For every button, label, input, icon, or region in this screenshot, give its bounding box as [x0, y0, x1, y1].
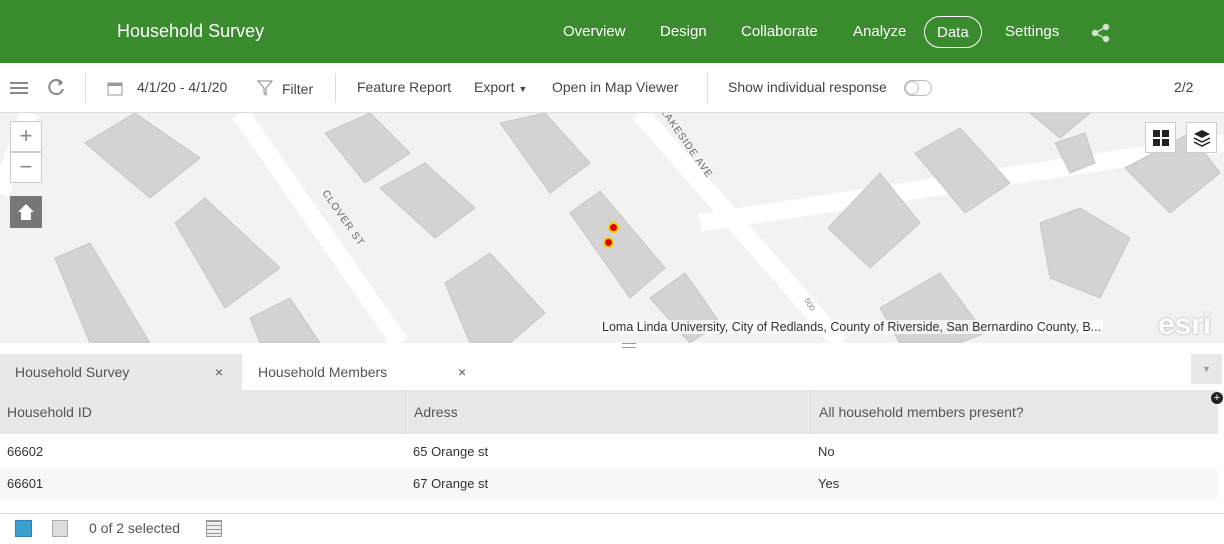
layers-button[interactable]	[1186, 122, 1217, 153]
tab-household-members[interactable]: Household Members ×	[243, 354, 483, 390]
tab-household-survey[interactable]: Household Survey ×	[0, 354, 242, 390]
add-column-icon[interactable]: +	[1211, 392, 1223, 404]
grid-icon	[1152, 130, 1169, 146]
export-label: Export	[474, 79, 515, 95]
menu-icon[interactable]	[10, 81, 28, 95]
feature-report-button[interactable]: Feature Report	[357, 79, 451, 95]
filter-icon[interactable]	[257, 80, 273, 96]
nav-data[interactable]: Data	[924, 16, 982, 48]
column-header[interactable]: Household ID	[7, 404, 92, 420]
nav-design[interactable]: Design	[648, 16, 719, 48]
selection-count: 0 of 2 selected	[89, 520, 181, 536]
home-button[interactable]	[10, 196, 42, 228]
app-header: Household Survey Overview Design Collabo…	[0, 0, 1224, 63]
nav-settings[interactable]: Settings	[993, 16, 1071, 48]
share-icon[interactable]	[1091, 23, 1111, 43]
map-point[interactable]	[608, 222, 619, 233]
layers-icon	[1193, 130, 1210, 147]
nav-overview[interactable]: Overview	[551, 16, 638, 48]
map-attribution: Loma Linda University, City of Redlands,…	[600, 320, 1104, 334]
close-icon[interactable]: ×	[458, 354, 466, 390]
esri-logo: esri	[1158, 308, 1212, 341]
show-all-icon[interactable]	[15, 520, 32, 537]
caret-down-icon: ▼	[518, 84, 528, 94]
nav-collaborate[interactable]: Collaborate	[729, 16, 830, 48]
resize-handle[interactable]	[622, 343, 636, 348]
toolbar: 4/1/20 - 4/1/20 Filter Feature Report Ex…	[0, 63, 1224, 113]
cell-household-id: 66601	[7, 476, 44, 491]
basemap-gallery-button[interactable]	[1145, 122, 1176, 153]
nav-analyze[interactable]: Analyze	[841, 16, 918, 48]
column-header[interactable]: All household members present?	[810, 390, 1024, 434]
calendar-icon[interactable]	[107, 80, 123, 96]
tab-label: Household Survey	[15, 364, 130, 380]
table-options-icon[interactable]	[206, 520, 222, 537]
tab-label: Household Members	[258, 364, 388, 380]
table-row[interactable]: 66602 65 Orange st No	[0, 436, 1218, 468]
table-tabs: Household Survey × Household Members × ▼	[0, 354, 1224, 390]
home-icon	[18, 204, 34, 220]
tabs-menu-button[interactable]: ▼	[1191, 354, 1222, 384]
cell-address: 65 Orange st	[413, 444, 489, 459]
open-map-viewer-button[interactable]: Open in Map Viewer	[552, 79, 679, 95]
app-title: Household Survey	[117, 21, 265, 41]
show-individual-label: Show individual response	[728, 79, 887, 95]
map-view[interactable]: CLOVER ST LAKESIDE AVE 500 + − Loma Lind…	[0, 113, 1224, 343]
close-icon[interactable]: ×	[215, 354, 223, 390]
page-indicator: 2/2	[1174, 79, 1194, 95]
filter-button[interactable]: Filter	[282, 81, 313, 97]
individual-response-toggle[interactable]	[904, 80, 932, 96]
show-selected-icon[interactable]	[52, 520, 68, 537]
cell-address: 67 Orange st	[413, 476, 489, 491]
table-header: Household ID Adress All household member…	[0, 390, 1218, 434]
map-point[interactable]	[603, 237, 614, 248]
cell-members-present: No	[818, 444, 835, 459]
zoom-in-button[interactable]: +	[10, 121, 42, 152]
refresh-icon[interactable]	[47, 78, 65, 96]
table-row[interactable]: 66601 67 Orange st Yes	[0, 468, 1218, 500]
table-footer: 0 of 2 selected	[0, 513, 1224, 544]
cell-members-present: Yes	[818, 476, 840, 491]
column-header[interactable]: Adress	[405, 390, 458, 434]
date-range[interactable]: 4/1/20 - 4/1/20	[137, 79, 227, 95]
cell-household-id: 66602	[7, 444, 44, 459]
export-button[interactable]: Export ▼	[474, 79, 527, 95]
zoom-out-button[interactable]: −	[10, 152, 42, 183]
